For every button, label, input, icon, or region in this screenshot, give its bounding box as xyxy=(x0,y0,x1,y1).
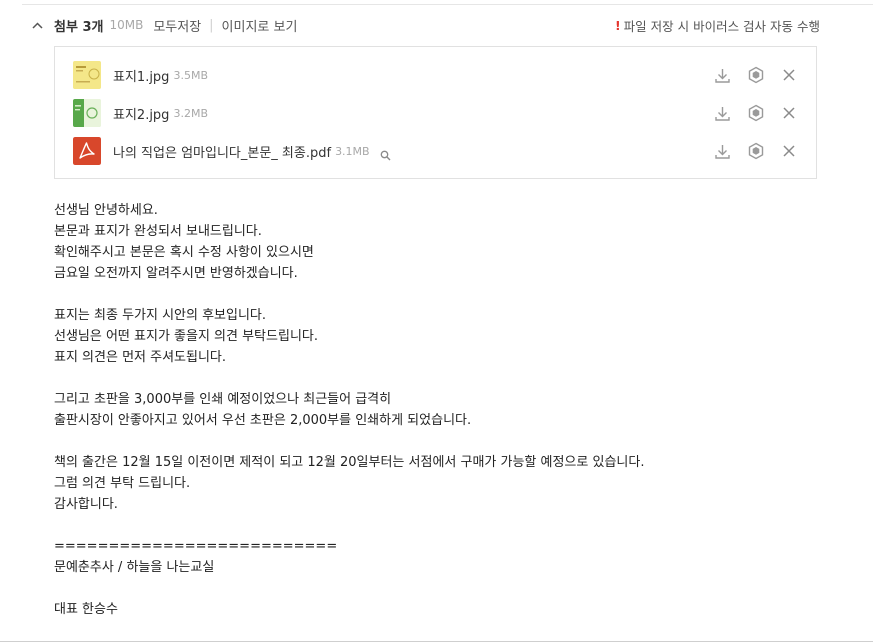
save-all-link[interactable]: 모두저장 xyxy=(153,16,201,35)
body-line: 그럼 의견 부탁 드립니다. xyxy=(54,476,191,491)
attachment-filename[interactable]: 표지1.jpg xyxy=(113,66,169,85)
attachment-count: 첨부 3개 xyxy=(54,19,104,35)
chevron-up-icon[interactable] xyxy=(30,18,44,32)
cloud-save-icon[interactable] xyxy=(746,104,765,123)
body-line: 선생님은 어떤 표지가 좋을지 의견 부탁드립니다. xyxy=(54,329,318,344)
attachment-total-size: 10MB xyxy=(109,18,144,32)
attachment-filesize: 3.5MB xyxy=(173,68,208,82)
download-icon[interactable] xyxy=(713,142,732,161)
cloud-save-icon[interactable] xyxy=(746,142,765,161)
body-line xyxy=(54,515,644,536)
signature-company: 문예춘추사 / 하늘을 나는교실 xyxy=(54,560,215,575)
mail-view: 첨부 3개 10MB 모두저장 | 이미지로 보기 ! 파일 저장 시 바이러스… xyxy=(0,0,873,642)
close-icon[interactable] xyxy=(779,104,798,123)
signature-divider: ========================== xyxy=(54,539,338,554)
cloud-save-icon[interactable] xyxy=(746,66,765,85)
body-line: 표지는 최종 두가지 시안의 후보입니다. xyxy=(54,308,267,323)
body-line: 본문과 표지가 완성되서 보내드립니다. xyxy=(54,224,262,239)
body-line: 확인해주시고 본문은 혹시 수정 사항이 있으시면 xyxy=(54,245,314,260)
image-thumbnail-icon xyxy=(73,99,101,127)
body-line: 선생님 안녕하세요. xyxy=(54,203,158,218)
attachment-filename[interactable]: 표지2.jpg xyxy=(113,104,169,123)
attachment-filesize: 3.1MB xyxy=(335,144,370,158)
warning-icon: ! xyxy=(614,17,621,33)
body-line xyxy=(54,431,644,452)
preview-search-icon[interactable] xyxy=(380,146,391,160)
attachment-header: 첨부 3개 10MB 모두저장 | 이미지로 보기 ! 파일 저장 시 바이러스… xyxy=(30,14,820,36)
body-line: 책의 출간은 12월 15일 이전이면 제적이 되고 12월 20일부터는 서점… xyxy=(54,455,645,470)
close-icon[interactable] xyxy=(779,66,798,85)
body-line: 출판시장이 안좋아지고 있어서 우선 초판은 2,000부를 인쇄하게 되었습니… xyxy=(54,413,472,428)
header-separator: | xyxy=(209,17,214,33)
top-divider xyxy=(22,0,873,5)
body-line: 감사합니다. xyxy=(54,497,118,512)
attachment-item[interactable]: 나의 직업은 엄마입니다_본문_ 최종.pdf 3.1MB xyxy=(73,136,798,166)
mail-body: 선생님 안녕하세요. 본문과 표지가 완성되서 보내드립니다. 확인해주시고 본… xyxy=(54,200,644,620)
virus-scan-notice: ! 파일 저장 시 바이러스 검사 자동 수행 xyxy=(615,16,820,35)
virus-scan-text: 파일 저장 시 바이러스 검사 자동 수행 xyxy=(623,18,820,34)
image-thumbnail-icon xyxy=(73,61,101,89)
attachment-filename[interactable]: 나의 직업은 엄마입니다_본문_ 최종.pdf xyxy=(113,142,331,161)
attachment-item[interactable]: 표지1.jpg 3.5MB xyxy=(73,60,798,90)
view-as-image-link[interactable]: 이미지로 보기 xyxy=(222,16,298,35)
body-line xyxy=(54,284,644,305)
pdf-icon xyxy=(73,137,101,165)
body-line xyxy=(54,578,644,599)
body-line: 그리고 초판을 3,000부를 인쇄 예정이었으나 최근들어 급격히 xyxy=(54,392,392,407)
body-line xyxy=(54,368,644,389)
download-icon[interactable] xyxy=(713,104,732,123)
attachment-list: 표지1.jpg 3.5MB 표지2.jpg 3.2MB 나의 직업은 엄마입니다… xyxy=(54,46,817,179)
body-line: 표지 의견은 먼저 주셔도됩니다. xyxy=(54,350,227,365)
body-line: 금요일 오전까지 알려주시면 반영하겠습니다. xyxy=(54,266,298,281)
attachment-filesize: 3.2MB xyxy=(173,106,208,120)
close-icon[interactable] xyxy=(779,142,798,161)
signature-name: 대표 한승수 xyxy=(54,602,118,617)
download-icon[interactable] xyxy=(713,66,732,85)
attachment-item[interactable]: 표지2.jpg 3.2MB xyxy=(73,98,798,128)
